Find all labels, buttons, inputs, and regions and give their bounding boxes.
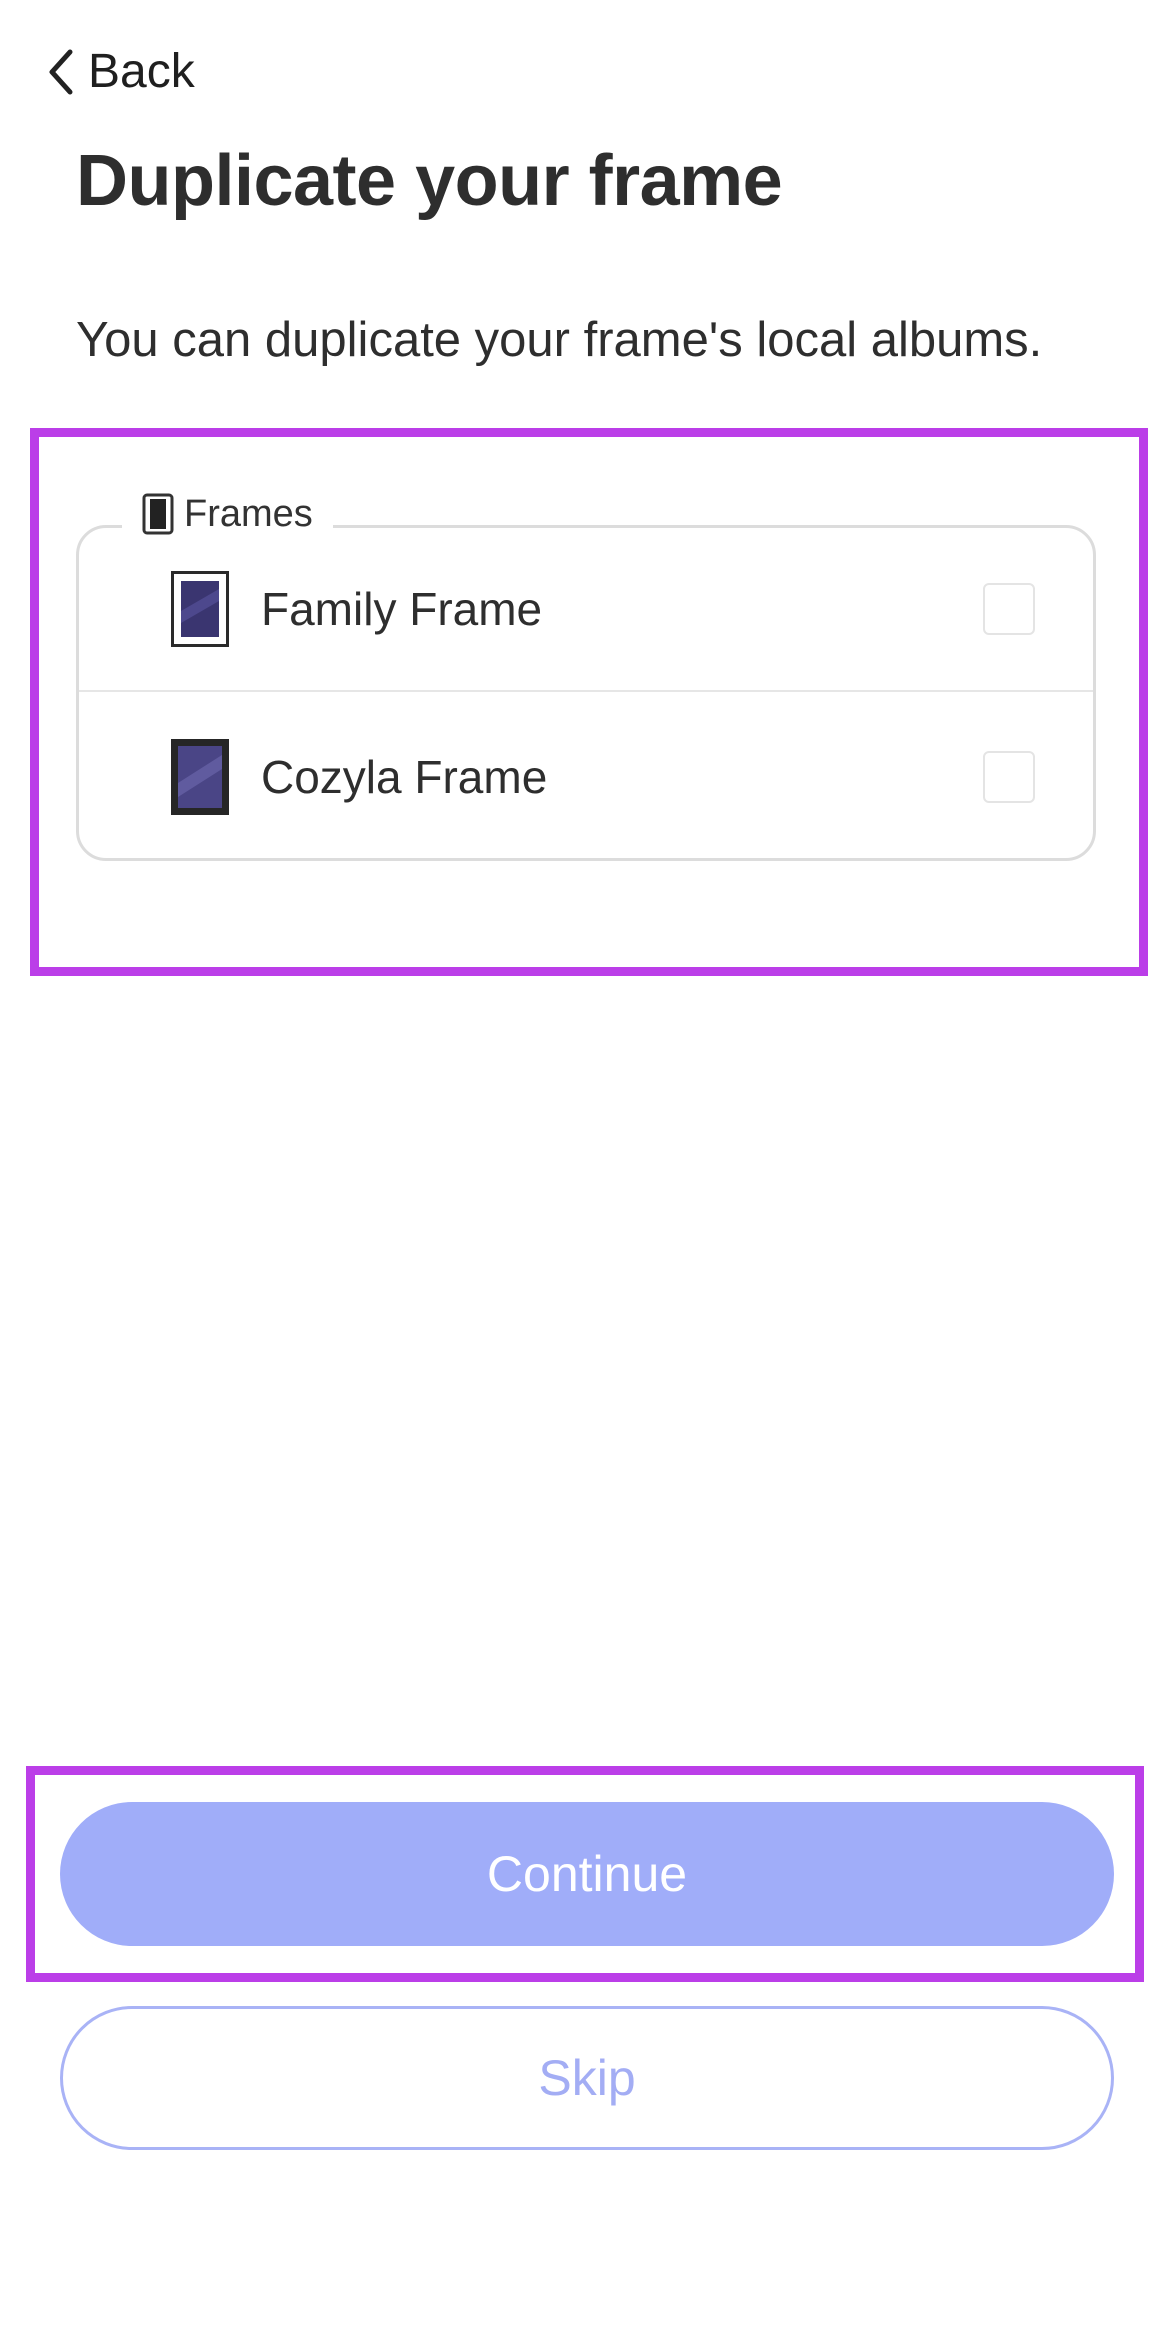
black-frame-thumbnail-icon [171, 739, 229, 815]
page-subtitle: You can duplicate your frame's local alb… [76, 313, 1043, 367]
duplicate-frame-screen: Back Duplicate your frame You can duplic… [0, 0, 1170, 2330]
frame-checkbox[interactable] [983, 583, 1035, 635]
frame-name: Cozyla Frame [261, 751, 548, 803]
continue-button[interactable]: Continue [60, 1802, 1114, 1946]
frame-name: Family Frame [261, 583, 543, 635]
skip-button[interactable]: Skip [60, 2006, 1114, 2150]
frame-row-cozyla[interactable]: Cozyla Frame [79, 695, 1093, 859]
back-button[interactable]: Back [44, 40, 195, 104]
page-title: Duplicate your frame [76, 141, 783, 221]
back-label: Back [88, 45, 195, 98]
white-frame-thumbnail-icon [171, 571, 229, 647]
frame-checkbox[interactable] [983, 751, 1035, 803]
chevron-left-icon [49, 49, 73, 95]
frame-row-family[interactable]: Family Frame [79, 528, 1093, 692]
